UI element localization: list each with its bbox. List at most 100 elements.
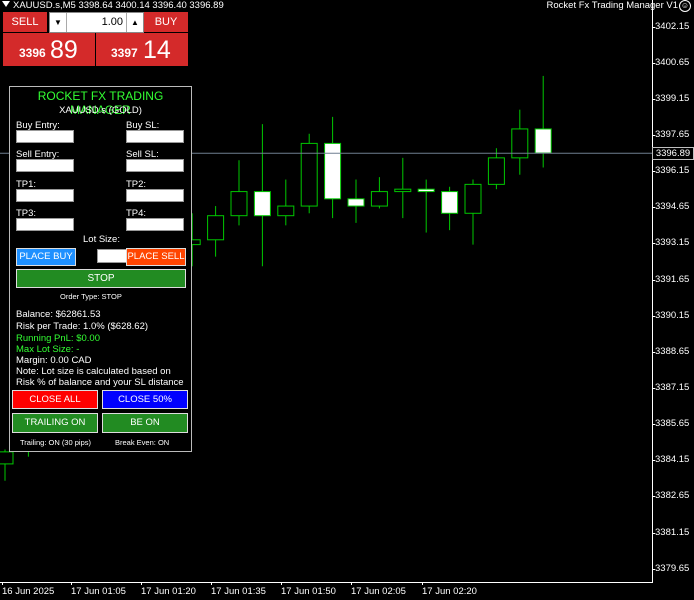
margin-text: Margin: 0.00 CAD	[16, 355, 92, 366]
candle-body	[253, 191, 271, 217]
candle	[347, 179, 365, 223]
symbol-quote-line: XAUUSD.s,M5 3398.64 3400.14 3396.40 3396…	[13, 0, 224, 11]
tp2-input[interactable]	[126, 189, 184, 202]
max-lot-text: Max Lot Size: -	[16, 344, 80, 355]
price-tick-label: 3384.15	[655, 454, 690, 466]
panel-symbol: XAUUSD.s (GOLD)	[59, 105, 142, 116]
lot-size-label: Lot Size:	[83, 234, 120, 245]
place-sell-button[interactable]: PLACE SELL	[126, 248, 186, 266]
sell-price[interactable]: 3396 89	[3, 33, 95, 66]
indicator-title: Rocket Fx Trading Manager V1	[546, 0, 678, 11]
time-tick-label: 17 Jun 01:50	[281, 586, 336, 597]
trailing-status: Trailing: ON (30 pips)	[20, 438, 91, 447]
price-tick-label: 3385.65	[655, 418, 690, 430]
buy-price[interactable]: 3397 14	[96, 33, 188, 66]
candle-body	[277, 205, 295, 217]
candle	[370, 177, 388, 209]
risk-text: Risk per Trade: 1.0% ($628.62)	[16, 321, 149, 332]
current-price-label: 3396.89	[652, 147, 694, 161]
price-tick-label: 3382.65	[655, 490, 690, 502]
time-tick	[71, 582, 72, 585]
close-all-button[interactable]: CLOSE ALL	[12, 390, 98, 409]
note-line-1: Note: Lot size is calculated based on	[16, 366, 171, 377]
tp3-input[interactable]	[16, 218, 74, 231]
price-tick-label: 3391.65	[655, 273, 690, 285]
pnl-text: Running PnL: $0.00	[16, 333, 100, 344]
candle	[253, 124, 271, 267]
tp4-input[interactable]	[126, 218, 184, 231]
lot-stepper[interactable]: ▼ 1.00 ▲	[49, 12, 144, 33]
price-tick-label: 3379.65	[655, 562, 690, 574]
chart-symbol-header: XAUUSD.s,M5 3398.64 3400.14 3396.40 3396…	[2, 0, 224, 11]
lot-value[interactable]: 1.00	[102, 13, 123, 32]
candle-body	[347, 198, 365, 207]
lot-decrease-icon[interactable]: ▼	[50, 13, 67, 32]
close-50-button[interactable]: CLOSE 50%	[102, 390, 188, 409]
price-tick-label: 3390.15	[655, 309, 690, 321]
one-click-trading: SELL ▼ 1.00 ▲ BUY 3396 89 3397 14	[3, 12, 188, 67]
order-type-text: Order Type: STOP	[60, 292, 122, 301]
candle-body	[230, 191, 248, 217]
candle	[417, 179, 435, 233]
time-tick-label: 17 Jun 02:20	[422, 586, 477, 597]
price-axis: 3402.15 3400.65 3399.15 3397.65 3396.15 3394.…	[652, 0, 694, 600]
buy-sl-input[interactable]	[126, 130, 184, 143]
balance-text: Balance: $62861.53	[16, 309, 101, 320]
trailing-button[interactable]: TRAILING ON	[12, 413, 98, 433]
candle-body	[417, 188, 435, 193]
price-tick-label: 3400.65	[655, 56, 690, 68]
tp1-input[interactable]	[16, 189, 74, 202]
time-tick	[351, 582, 352, 585]
candle	[277, 179, 295, 226]
note-line-2: Risk % of balance and your SL distance	[16, 377, 184, 388]
time-tick-label: 17 Jun 01:35	[211, 586, 266, 597]
sell-button[interactable]: SELL	[3, 12, 47, 32]
buy-price-prefix: 3397	[111, 46, 138, 60]
time-tick-label: 16 Jun 2025	[2, 586, 55, 597]
time-tick	[211, 582, 212, 585]
candle-body	[207, 215, 225, 241]
time-tick	[141, 582, 142, 585]
candle	[441, 186, 459, 231]
trading-manager-panel: ROCKET FX TRADING MANAGER XAUUSD.s (GOLD…	[9, 86, 192, 452]
buy-button[interactable]: BUY	[144, 12, 188, 32]
candle	[394, 157, 412, 219]
candle-body	[394, 188, 412, 193]
price-tick-label: 3397.65	[655, 128, 690, 140]
buy-entry-input[interactable]	[16, 130, 74, 143]
place-buy-button[interactable]: PLACE BUY	[16, 248, 76, 266]
candle	[511, 109, 529, 175]
price-tick-label: 3399.15	[655, 92, 690, 104]
time-tick-label: 17 Jun 01:05	[71, 586, 126, 597]
sell-sl-input[interactable]	[126, 159, 184, 172]
price-tick-label: 3387.15	[655, 382, 690, 393]
time-tick	[2, 582, 3, 585]
time-axis: 16 Jun 2025 17 Jun 01:05 17 Jun 01:20 17 Ju…	[0, 582, 652, 600]
price-tick-label: 3394.65	[655, 201, 690, 213]
time-tick-label: 17 Jun 01:20	[141, 586, 196, 597]
price-tick-label: 3388.65	[655, 345, 690, 357]
time-tick	[281, 582, 282, 585]
lot-increase-icon[interactable]: ▲	[126, 13, 143, 32]
candle-body	[534, 128, 552, 154]
candle-body	[370, 191, 388, 207]
price-tick-label: 3381.15	[655, 526, 690, 538]
candle	[300, 133, 318, 214]
sell-entry-input[interactable]	[16, 159, 74, 172]
sell-price-prefix: 3396	[19, 46, 46, 60]
candle	[207, 206, 225, 257]
candle-body	[324, 142, 342, 200]
candle-body	[0, 451, 14, 465]
stop-button[interactable]: STOP	[16, 269, 186, 288]
candle	[464, 179, 482, 245]
price-tick-label: 3402.15	[655, 20, 690, 32]
time-tick-label: 17 Jun 02:05	[351, 586, 406, 597]
candle	[324, 116, 342, 219]
collapse-arrow-icon[interactable]	[2, 1, 10, 7]
candle-body	[487, 157, 505, 185]
time-tick	[422, 582, 423, 585]
smiley-icon: ☺	[679, 0, 691, 12]
break-even-button[interactable]: BE ON	[102, 413, 188, 433]
candle-body	[464, 183, 482, 214]
break-even-status: Break Even: ON	[115, 438, 170, 447]
